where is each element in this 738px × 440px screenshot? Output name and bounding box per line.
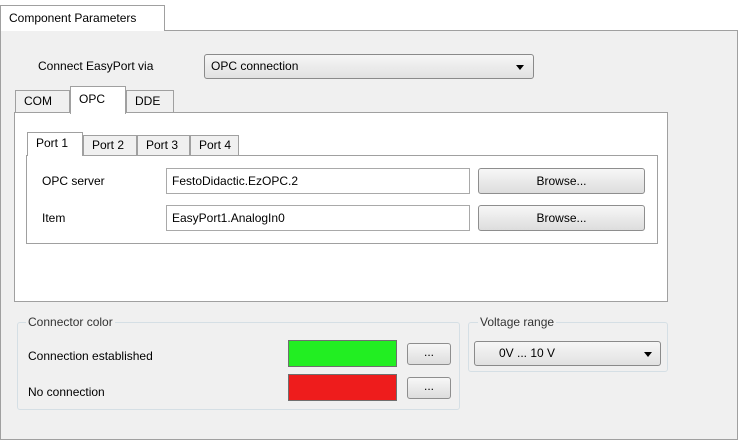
no-connection-label: No connection	[28, 385, 105, 399]
browse-item-button[interactable]: Browse...	[478, 205, 645, 231]
tab-port-1-label: Port 1	[36, 136, 69, 150]
opc-server-label: OPC server	[42, 174, 105, 188]
tab-opc[interactable]: OPC	[70, 86, 126, 114]
tab-port-3-label: Port 3	[146, 138, 179, 152]
chevron-down-icon	[644, 352, 652, 357]
connect-via-label: Connect EasyPort via	[38, 59, 154, 73]
tab-component-parameters-label: Component Parameters	[9, 11, 137, 25]
tab-opc-label: OPC	[79, 92, 106, 106]
tab-port-2[interactable]: Port 2	[83, 135, 137, 155]
tab-com-label: COM	[24, 94, 52, 108]
voltage-range-value: 0V ... 10 V	[499, 346, 556, 360]
opc-server-value: FestoDidactic.EzOPC.2	[172, 174, 299, 188]
chevron-down-icon	[516, 65, 524, 70]
opc-server-input[interactable]: FestoDidactic.EzOPC.2	[166, 168, 470, 194]
tab-port-2-label: Port 2	[92, 138, 125, 152]
browse-server-button[interactable]: Browse...	[478, 168, 645, 194]
tab-port-4-label: Port 4	[199, 138, 232, 152]
browse-item-label: Browse...	[536, 211, 587, 225]
tab-port-3[interactable]: Port 3	[137, 135, 190, 155]
pick-no-connection-color-button[interactable]: ...	[407, 377, 451, 399]
tab-port-1[interactable]: Port 1	[27, 132, 83, 156]
item-value: EasyPort1.AnalogIn0	[172, 211, 285, 225]
browse-server-label: Browse...	[536, 174, 587, 188]
no-connection-swatch	[288, 374, 397, 401]
item-label: Item	[42, 211, 66, 225]
tab-dde-label: DDE	[135, 94, 161, 108]
connector-color-title: Connector color	[26, 315, 115, 329]
connection-type-dropdown[interactable]: OPC connection	[204, 54, 534, 79]
voltage-range-title: Voltage range	[478, 315, 557, 329]
tab-component-parameters[interactable]: Component Parameters	[0, 5, 165, 31]
pick-established-color-button[interactable]: ...	[407, 343, 451, 365]
voltage-range-dropdown[interactable]: 0V ... 10 V	[474, 341, 661, 366]
pick-no-connection-color-label: ...	[423, 379, 434, 393]
tab-dde[interactable]: DDE	[126, 90, 174, 112]
tab-port-4[interactable]: Port 4	[190, 135, 239, 155]
tab-com[interactable]: COM	[15, 90, 70, 112]
connection-established-label: Connection established	[28, 349, 153, 363]
pick-established-color-label: ...	[423, 345, 434, 359]
connection-type-value: OPC connection	[211, 59, 299, 73]
connection-established-swatch	[288, 340, 397, 367]
item-input[interactable]: EasyPort1.AnalogIn0	[166, 205, 470, 231]
